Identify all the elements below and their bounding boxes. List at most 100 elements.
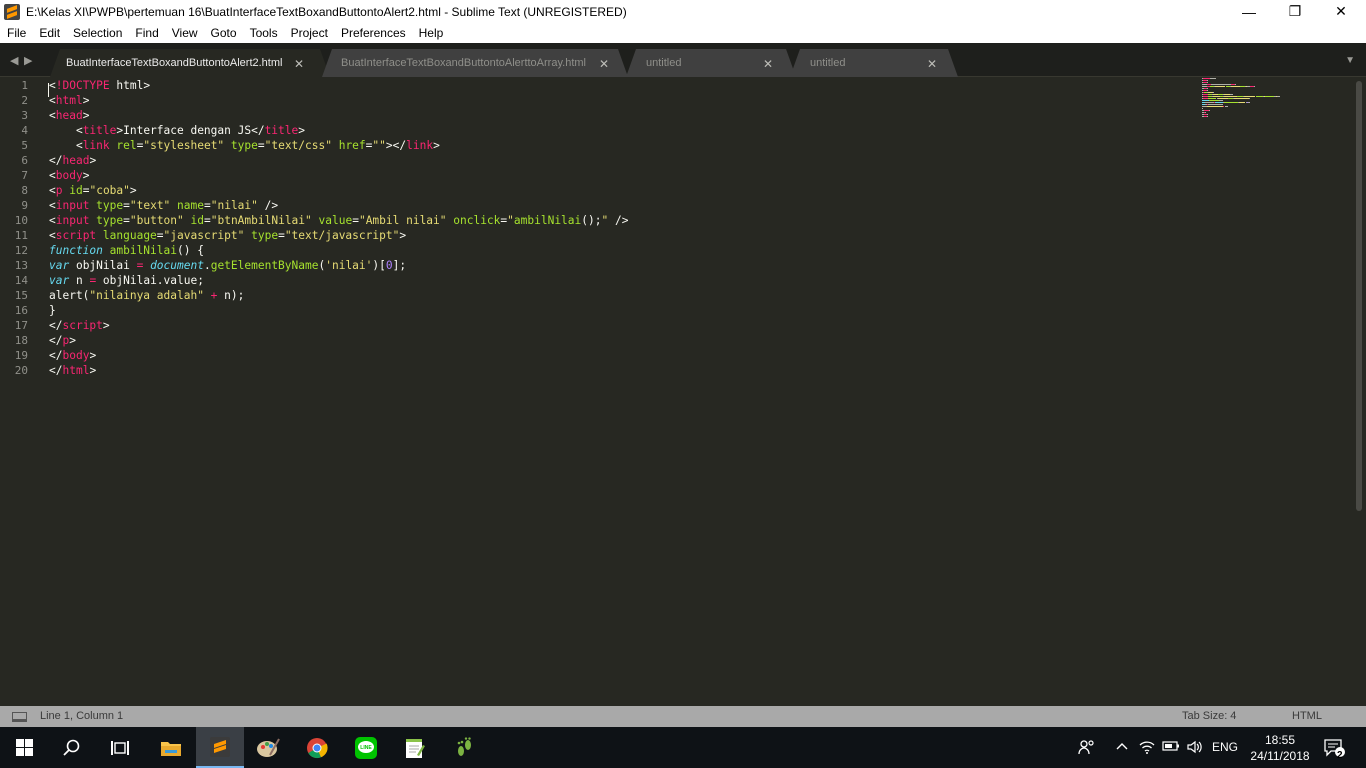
minimap-mark (1214, 86, 1226, 87)
code-line: <head> (49, 108, 89, 123)
menu-preferences[interactable]: Preferences (334, 26, 412, 40)
paint-icon[interactable] (244, 727, 292, 768)
menu-tools[interactable]: Tools (243, 26, 284, 40)
code-token: = (156, 229, 164, 242)
code-token: link (406, 139, 434, 152)
tab-label: untitled (646, 57, 682, 69)
start-icon[interactable] (0, 727, 48, 768)
code-token: value (311, 214, 353, 227)
tab-dropdown-icon[interactable]: ▼ (1345, 55, 1355, 66)
input-language[interactable]: ENG (1212, 740, 1238, 754)
menu-edit[interactable]: Edit (32, 26, 66, 40)
maximize-button[interactable]: ❐ (1272, 0, 1318, 23)
code-token: onclick (446, 214, 501, 227)
people-icon[interactable] (1078, 739, 1096, 758)
code-line: <input type="button" id="btnAmbilNilai" … (49, 213, 628, 228)
tab-untitled-1[interactable]: untitled ✕ (626, 49, 796, 77)
line-number: 16 (14, 304, 28, 317)
tab-close-icon[interactable]: ✕ (763, 57, 773, 71)
code-token: < (49, 199, 56, 212)
code-token: . (203, 259, 211, 272)
tab-close-icon[interactable]: ✕ (294, 57, 304, 71)
tab-forward-icon[interactable]: ▶ (24, 54, 32, 67)
code-token: > (82, 169, 90, 182)
line-number: 9 (21, 199, 28, 212)
code-token: < (49, 79, 56, 92)
code-line: <link rel="stylesheet" type="text/css" h… (49, 138, 440, 153)
line-number: 5 (21, 139, 28, 152)
menu-find[interactable]: Find (128, 26, 164, 40)
minimap-mark (1211, 84, 1231, 85)
panel-toggle-icon[interactable] (12, 712, 27, 722)
menu-help[interactable]: Help (412, 26, 450, 40)
code-token: id (62, 184, 83, 197)
menu-view[interactable]: View (165, 26, 204, 40)
code-token: title (82, 124, 117, 137)
menu-goto[interactable]: Goto (204, 26, 243, 40)
code-token: input (55, 214, 90, 227)
code-line: <script language="javascript" type="text… (49, 228, 406, 243)
menu-file[interactable]: File (0, 26, 32, 40)
code-token: </ (49, 319, 63, 332)
tab-close-icon[interactable]: ✕ (599, 57, 609, 71)
volume-icon[interactable] (1186, 739, 1204, 758)
file-explorer-icon[interactable] (147, 727, 195, 768)
notepad-plus-icon[interactable] (390, 727, 438, 768)
code-token: )[ (372, 259, 386, 272)
task-view-icon[interactable] (96, 727, 144, 768)
search-icon[interactable] (48, 727, 96, 768)
code-token: input (55, 199, 90, 212)
code-token: = (278, 229, 285, 242)
tab-size-setting[interactable]: Tab Size: 4 (1182, 710, 1236, 722)
chrome-icon[interactable] (293, 727, 341, 768)
wifi-icon[interactable] (1138, 739, 1156, 758)
line-number: 1 (21, 79, 28, 92)
tab-array-file[interactable]: BuatInterfaceTextBoxandButtontoAlerttoAr… (322, 49, 628, 77)
menu-project[interactable]: Project (284, 26, 334, 40)
minimap[interactable] (1198, 77, 1348, 137)
close-button[interactable]: ✕ (1318, 0, 1364, 23)
line-icon[interactable]: LINE (342, 727, 390, 768)
code-token: ></ (385, 139, 407, 152)
minimap-mark (1206, 80, 1208, 81)
line-number: 15 (14, 289, 28, 302)
code-token: = (203, 199, 211, 212)
sublime-text-icon[interactable] (196, 727, 244, 768)
chevron-up-icon[interactable] (1115, 739, 1129, 756)
minimap-mark (1208, 104, 1223, 105)
battery-icon[interactable] (1162, 739, 1180, 756)
svg-text:LINE: LINE (360, 745, 372, 751)
code-token: html> (109, 79, 151, 92)
code-token: href (331, 139, 366, 152)
tab-close-icon[interactable]: ✕ (927, 57, 937, 71)
line-number: 7 (21, 169, 28, 182)
code-editor[interactable]: 1 2 3 4 5 6 7 8 9 10 11 12 13 14 15 16 17 18 19 20 <!DOCTYP… (0, 77, 1366, 706)
code-token: "btnAmbilNilai" (210, 214, 312, 227)
line-number: 4 (21, 124, 28, 137)
tab-label: BuatInterfaceTextBoxandButtontoAlert2.ht… (66, 57, 283, 69)
code-token: ambilNilai (102, 244, 177, 257)
code-token: p (55, 184, 63, 197)
syntax-setting[interactable]: HTML (1292, 710, 1322, 722)
line-number: 8 (21, 184, 28, 197)
minimap-mark (1207, 106, 1223, 107)
footprint-icon[interactable] (440, 727, 488, 768)
code-token: < (49, 124, 83, 137)
code-token: = (257, 139, 265, 152)
tab-active-file[interactable]: BuatInterfaceTextBoxandButtontoAlert2.ht… (50, 49, 330, 77)
tab-back-icon[interactable]: ◀ (10, 54, 18, 67)
tab-untitled-2[interactable]: untitled ✕ (790, 49, 958, 77)
minimize-button[interactable]: — (1226, 0, 1272, 23)
code-token: var (49, 259, 70, 272)
minimap-mark (1213, 92, 1215, 93)
code-token: link (82, 139, 110, 152)
code-token: "nilainya adalah" (89, 289, 204, 302)
menu-selection[interactable]: Selection (66, 26, 128, 40)
vertical-scrollbar[interactable] (1352, 77, 1366, 706)
code-line: var objNilai = document.getElementByName… (49, 258, 406, 273)
line-number: 20 (14, 364, 28, 377)
scrollbar-thumb[interactable] (1356, 81, 1362, 511)
minimap-mark (1233, 98, 1250, 99)
system-clock[interactable]: 18:55 24/11/2018 (1245, 732, 1315, 764)
code-token: !DOCTYPE (55, 79, 110, 92)
